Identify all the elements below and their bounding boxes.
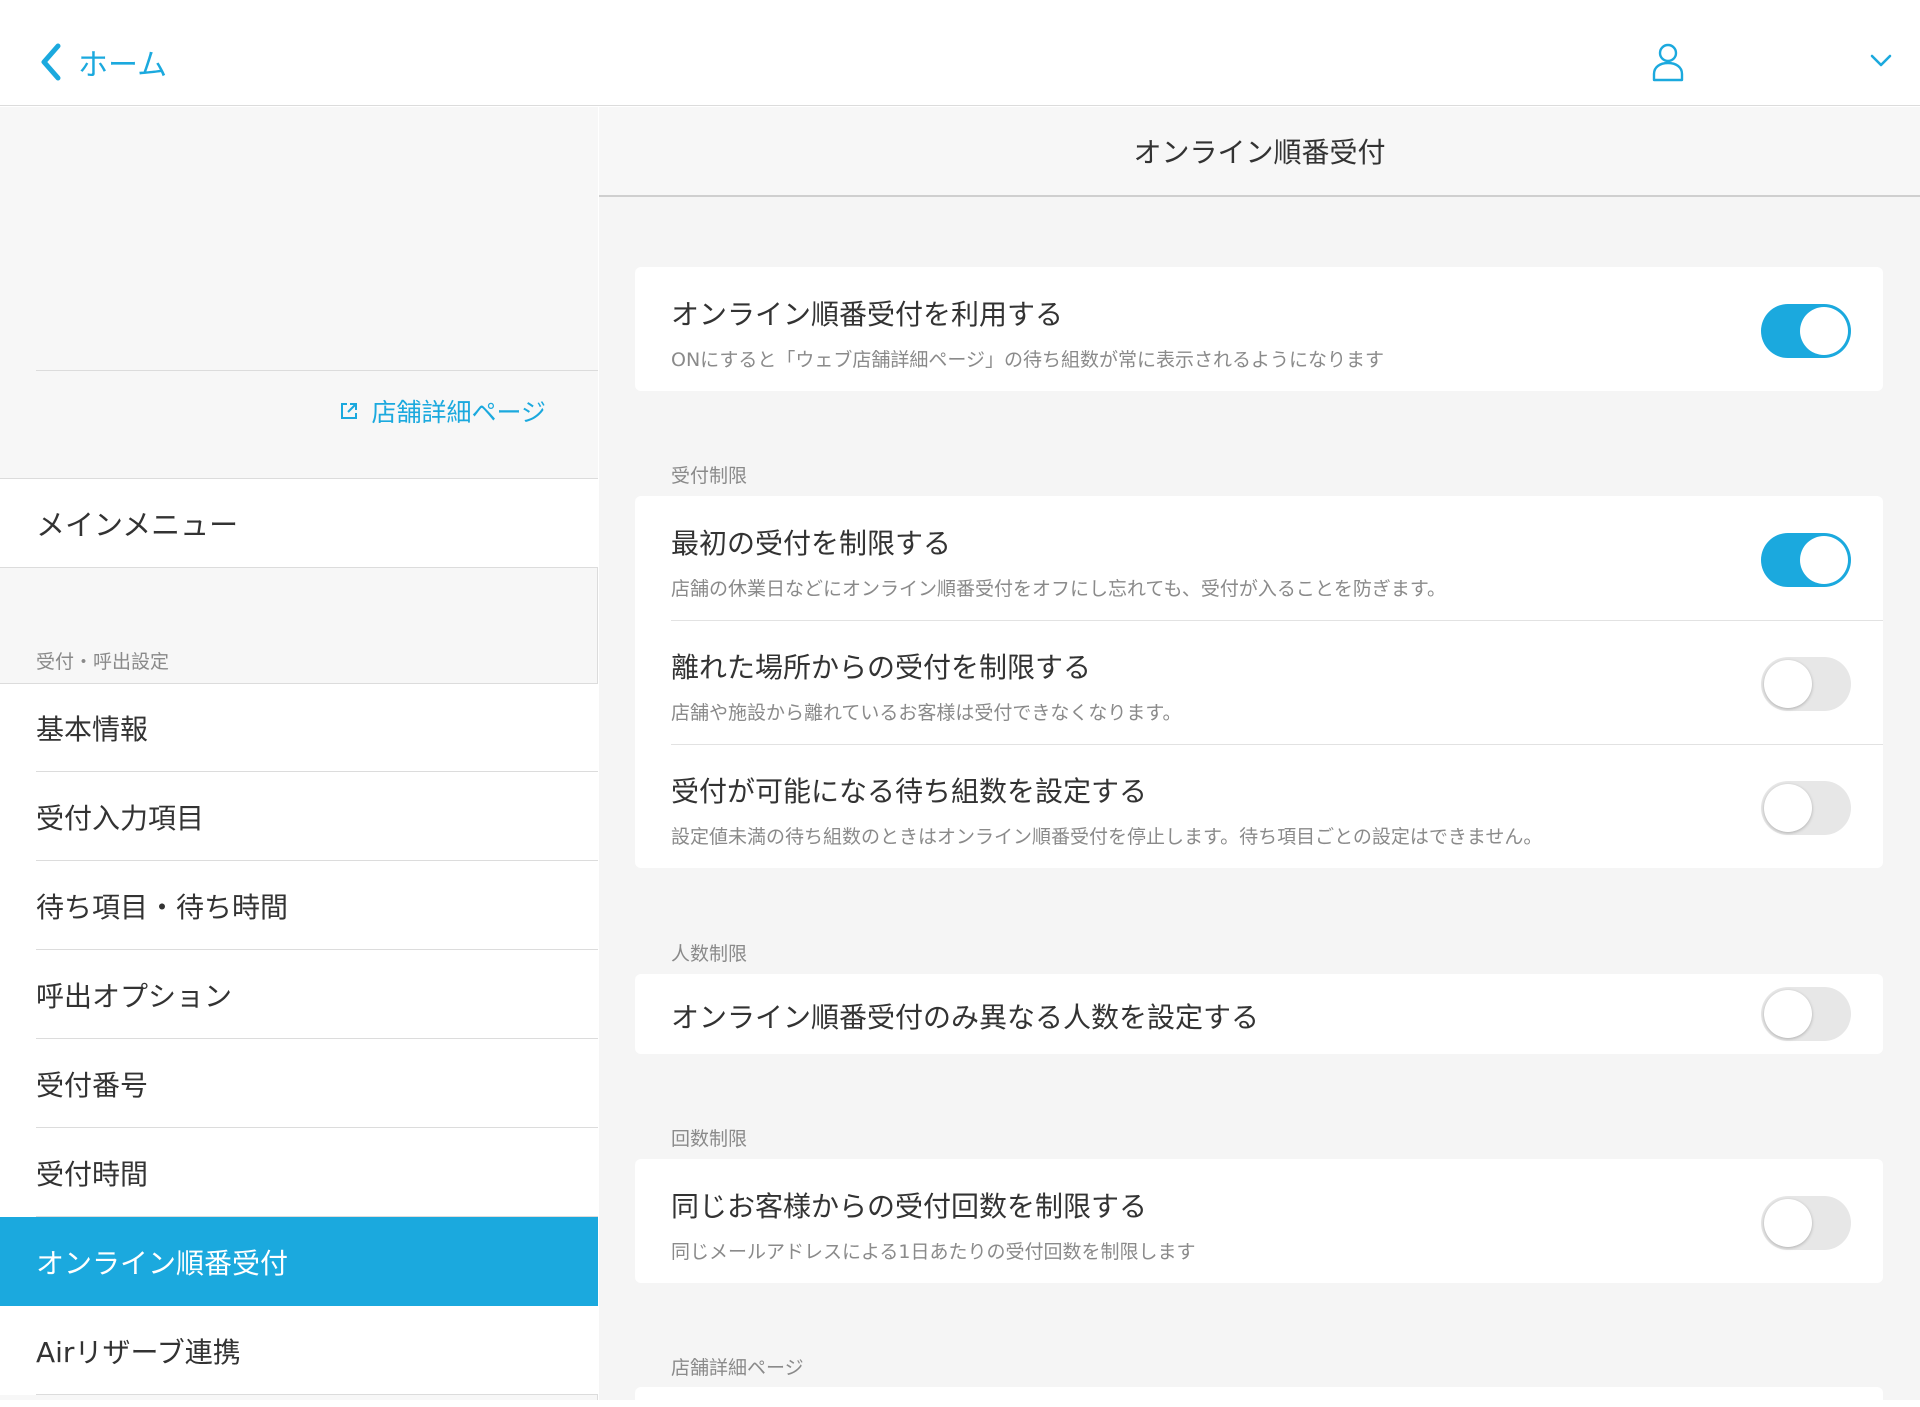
setting-row: 離れた場所からの受付を制限する 店舗や施設から離れているお客様は受付できなくなり…	[635, 620, 1883, 744]
sidebar-item-online-queue[interactable]: オンライン順番受付	[0, 1217, 598, 1306]
sidebar-item-label: 基本情報	[36, 712, 149, 746]
count-limit-card: 同じお客様からの受付回数を制限する 同じメールアドレスによる1日あたりの受付回数…	[635, 1159, 1883, 1283]
limit-distance-toggle[interactable]	[1761, 657, 1851, 711]
external-link-icon	[341, 403, 358, 419]
toggle-knob	[1764, 660, 1812, 708]
main-content: オンライン順番受付 オンライン順番受付を利用する ONにすると「ウェブ店舗詳細ペ…	[599, 107, 1920, 1407]
setting-title: オンライン順番受付を利用する	[671, 298, 1064, 331]
toggle-knob	[1800, 307, 1848, 355]
online-party-size-toggle[interactable]	[1761, 987, 1851, 1041]
store-detail-link[interactable]: 店舗詳細ページ	[339, 393, 546, 429]
group-label-count-limit: 回数制限	[671, 1128, 748, 1150]
group-label-reception-limit: 受付制限	[671, 465, 748, 487]
sidebar-nav: 基本情報 受付入力項目 待ち項目・待ち時間 呼出オプション 受付番号 受付時間 …	[0, 683, 598, 1395]
toggle-knob	[1764, 1199, 1812, 1247]
back-label: ホーム	[78, 48, 168, 83]
setting-title: 最初の受付を制限する	[671, 527, 952, 560]
sidebar-item-basic-info[interactable]: 基本情報	[0, 683, 598, 772]
setting-row: 同じお客様からの受付回数を制限する 同じメールアドレスによる1日あたりの受付回数…	[635, 1159, 1883, 1283]
reception-limit-card: 最初の受付を制限する 店舗の休業日などにオンライン順番受付をオフにし忘れても、受…	[635, 496, 1883, 868]
setting-row: オンライン順番受付のみ異なる人数を設定する	[635, 974, 1883, 1054]
user-icon[interactable]	[1652, 42, 1684, 82]
sidebar-item-wait-items[interactable]: 待ち項目・待ち時間	[0, 861, 598, 950]
setting-title: 離れた場所からの受付を制限する	[671, 651, 1092, 684]
setting-row: オンライン順番受付を利用する ONにすると「ウェブ店舗詳細ページ」の待ち組数が常…	[635, 267, 1883, 391]
sidebar-item-label: 受付入力項目	[36, 801, 205, 835]
sidebar: 店舗詳細ページ メインメニュー 受付・呼出設定 基本情報 受付入力項目 待ち項目…	[0, 107, 598, 1400]
waiting-groups-threshold-toggle[interactable]	[1761, 781, 1851, 835]
setting-description: 同じメールアドレスによる1日あたりの受付回数を制限します	[671, 1241, 1196, 1263]
toggle-knob	[1764, 990, 1812, 1038]
setting-description: 店舗や施設から離れているお客様は受付できなくなります。	[671, 702, 1182, 724]
chevron-left-icon	[41, 43, 61, 81]
sidebar-item-label: 待ち項目・待ち時間	[36, 890, 289, 924]
sidebar-item-label: 受付番号	[36, 1068, 149, 1102]
setting-row: 最初の受付を制限する 店舗の休業日などにオンライン順番受付をオフにし忘れても、受…	[635, 496, 1883, 620]
store-detail-link-label: 店舗詳細ページ	[371, 398, 546, 427]
store-page-card	[635, 1387, 1883, 1407]
chevron-down-icon[interactable]	[1870, 54, 1892, 68]
setting-title: 受付が可能になる待ち組数を設定する	[671, 775, 1148, 808]
sidebar-item-call-options[interactable]: 呼出オプション	[0, 950, 598, 1039]
page-title: オンライン順番受付	[599, 107, 1920, 197]
sidebar-item-label: Airリザーブ連携	[36, 1335, 241, 1369]
back-button[interactable]: ホーム	[38, 38, 167, 86]
limit-first-reception-toggle[interactable]	[1761, 533, 1851, 587]
sidebar-item-air-reserve[interactable]: Airリザーブ連携	[0, 1306, 598, 1395]
setting-description: ONにすると「ウェブ店舗詳細ページ」の待ち組数が常に表示されるようになります	[671, 349, 1384, 371]
sidebar-item-reception-number[interactable]: 受付番号	[0, 1039, 598, 1128]
limit-same-customer-toggle[interactable]	[1761, 1196, 1851, 1250]
group-label-store-page: 店舗詳細ページ	[671, 1357, 804, 1379]
setting-title: オンライン順番受付のみ異なる人数を設定する	[671, 1001, 1260, 1034]
setting-description: 設定値未満の待ち組数のときはオンライン順番受付を停止します。待ち項目ごとの設定は…	[671, 826, 1543, 848]
top-bar: ホーム	[0, 0, 1920, 106]
main-menu-button[interactable]: メインメニュー	[0, 478, 598, 568]
setting-row: 受付が可能になる待ち組数を設定する 設定値未満の待ち組数のときはオンライン順番受…	[635, 744, 1883, 868]
sidebar-item-reception-time[interactable]: 受付時間	[0, 1128, 598, 1217]
toggle-knob	[1764, 784, 1812, 832]
setting-title: 同じお客様からの受付回数を制限する	[671, 1190, 1148, 1223]
sidebar-section-label: 受付・呼出設定	[36, 651, 170, 673]
store-area: 店舗詳細ページ	[0, 107, 598, 479]
sidebar-item-label: オンライン順番受付	[36, 1246, 289, 1280]
divider	[36, 370, 598, 371]
setting-description: 店舗の休業日などにオンライン順番受付をオフにし忘れても、受付が入ることを防ぎます…	[671, 578, 1447, 600]
group-label-people-limit: 人数制限	[671, 943, 748, 965]
sidebar-item-label: 呼出オプション	[36, 979, 233, 1013]
sidebar-item-label: 受付時間	[36, 1157, 149, 1191]
main-menu-label: メインメニュー	[36, 508, 239, 542]
use-setting-card: オンライン順番受付を利用する ONにすると「ウェブ店舗詳細ページ」の待ち組数が常…	[635, 267, 1883, 391]
use-online-queue-toggle[interactable]	[1761, 304, 1851, 358]
people-limit-card: オンライン順番受付のみ異なる人数を設定する	[635, 974, 1883, 1054]
toggle-knob	[1800, 536, 1848, 584]
sidebar-item-input-fields[interactable]: 受付入力項目	[0, 772, 598, 861]
